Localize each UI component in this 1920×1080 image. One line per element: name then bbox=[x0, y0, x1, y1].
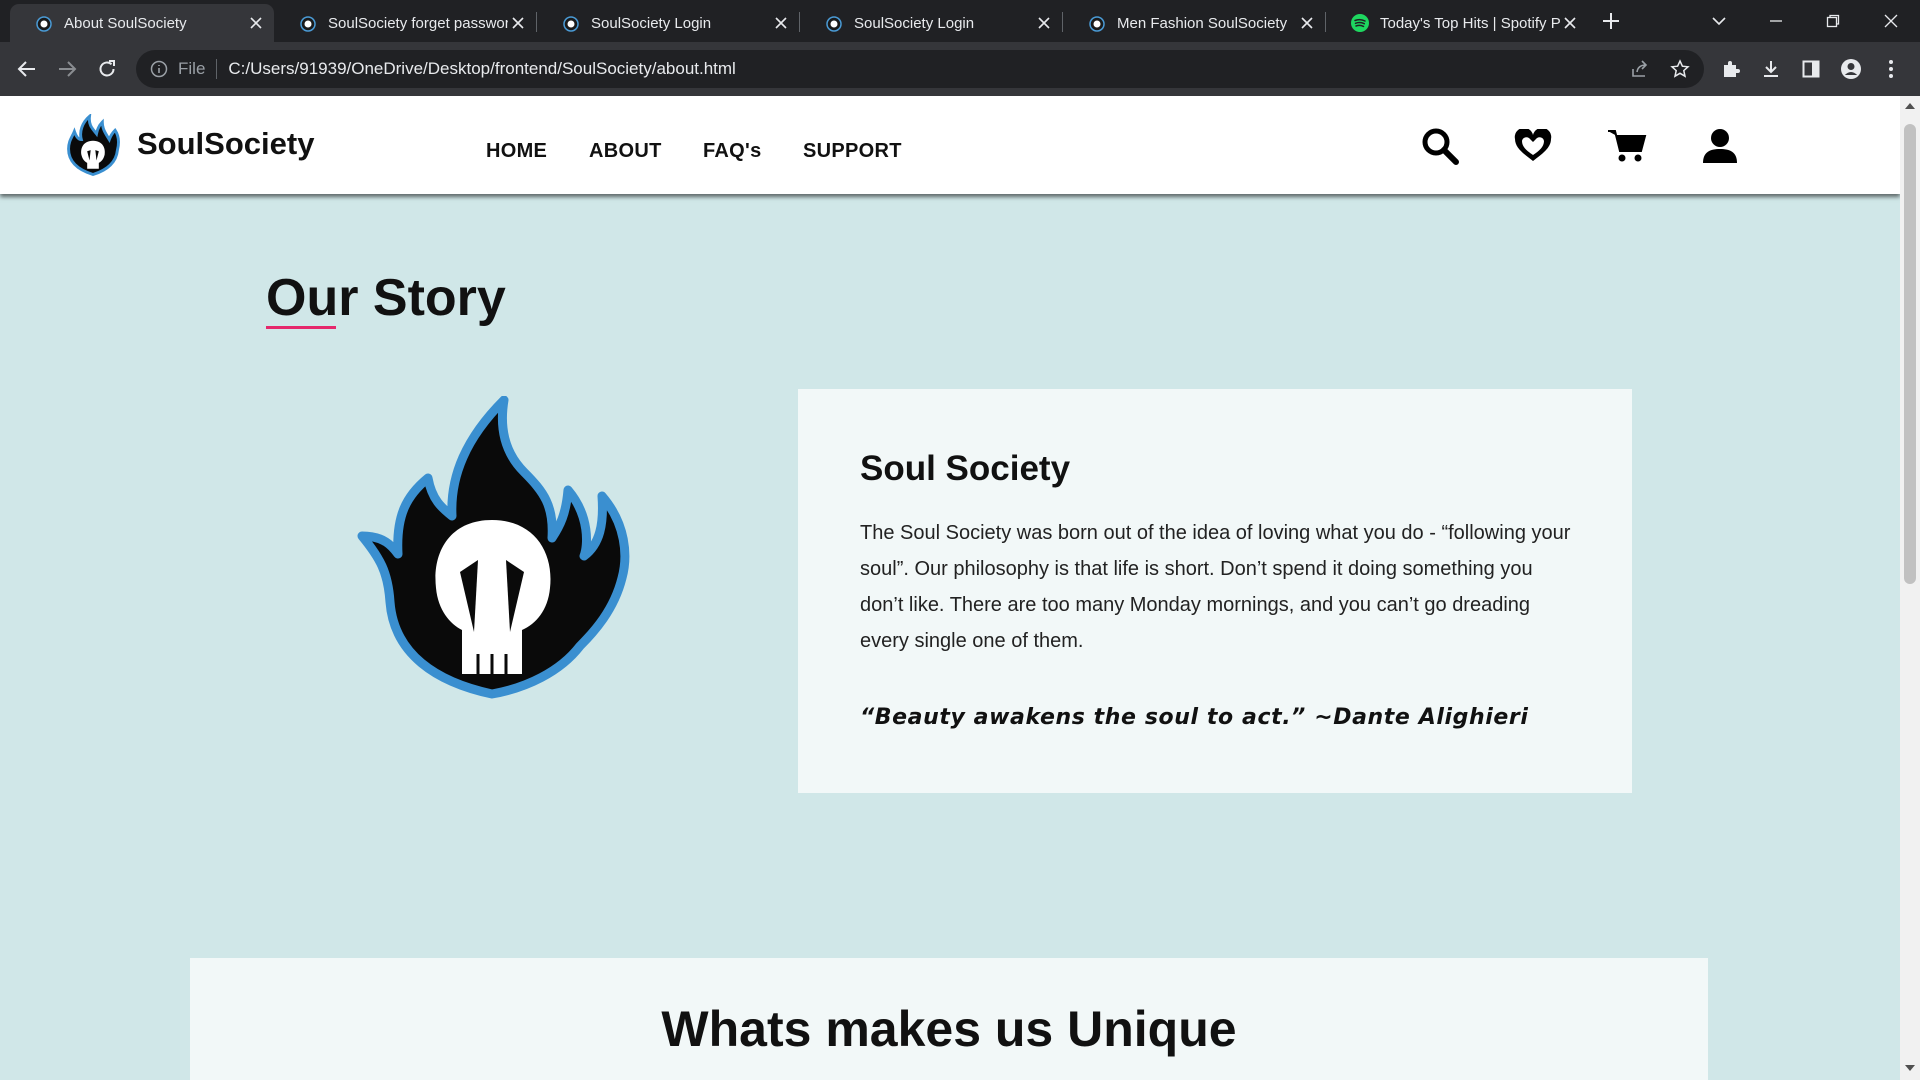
tab-title: About SoulSociety bbox=[64, 14, 187, 32]
menu-dots-icon[interactable] bbox=[1877, 55, 1905, 83]
address-bar[interactable]: File C:/Users/91939/OneDrive/Desktop/fro… bbox=[136, 50, 1704, 88]
nav-home[interactable]: HOME bbox=[486, 140, 547, 163]
scrollbar-thumb[interactable] bbox=[1904, 124, 1916, 584]
tab-spotify[interactable]: Today's Top Hits | Spotify Playlist bbox=[1326, 4, 1588, 42]
tab-title: SoulSociety Login bbox=[591, 14, 712, 32]
download-icon[interactable] bbox=[1757, 55, 1785, 83]
soulsociety-favicon bbox=[1089, 16, 1105, 32]
close-icon[interactable] bbox=[1560, 13, 1580, 33]
brand-name[interactable]: SoulSociety bbox=[137, 126, 314, 162]
unique-heading: Whats makes us Unique bbox=[661, 1001, 1237, 1057]
nav-faqs[interactable]: FAQ's bbox=[703, 140, 762, 163]
page-scrollbar[interactable] bbox=[1900, 96, 1920, 1080]
page-viewport: SoulSociety HOME ABOUT FAQ's SUPPORT Our… bbox=[0, 96, 1900, 1080]
scroll-down-icon[interactable] bbox=[1904, 1062, 1916, 1074]
back-icon[interactable] bbox=[13, 55, 41, 83]
tab-login-2[interactable]: SoulSociety Login bbox=[800, 4, 1062, 42]
browser-toolbar: File C:/Users/91939/OneDrive/Desktop/fro… bbox=[0, 42, 1920, 96]
address-scheme: File bbox=[178, 59, 206, 78]
soulsociety-logo-icon[interactable] bbox=[62, 114, 124, 178]
unique-section: Whats makes us Unique bbox=[190, 958, 1708, 1080]
scroll-up-icon[interactable] bbox=[1904, 100, 1916, 112]
close-icon[interactable] bbox=[246, 13, 266, 33]
tab-strip: About SoulSociety SoulSociety forget pas… bbox=[0, 0, 1920, 42]
soulsociety-skull-logo-icon bbox=[357, 396, 630, 699]
user-icon[interactable] bbox=[1700, 126, 1740, 166]
share-icon[interactable] bbox=[1630, 59, 1650, 79]
story-card: Soul Society The Soul Society was born o… bbox=[798, 389, 1632, 793]
story-card-title: Soul Society bbox=[860, 449, 1071, 488]
forward-icon[interactable] bbox=[53, 55, 81, 83]
extensions-icon[interactable] bbox=[1717, 55, 1745, 83]
tab-forget-password[interactable]: SoulSociety forget password bbox=[274, 4, 536, 42]
close-icon[interactable] bbox=[1034, 13, 1054, 33]
tab-title: Today's Top Hits | Spotify Playlist bbox=[1380, 14, 1560, 32]
tab-search-icon[interactable] bbox=[1706, 8, 1732, 34]
close-icon[interactable] bbox=[508, 13, 528, 33]
close-window-icon[interactable] bbox=[1878, 8, 1904, 34]
soulsociety-favicon bbox=[563, 16, 579, 32]
info-icon[interactable] bbox=[150, 60, 168, 78]
tab-about[interactable]: About SoulSociety bbox=[10, 4, 274, 42]
soulsociety-favicon bbox=[826, 16, 842, 32]
reload-icon[interactable] bbox=[93, 55, 121, 83]
profile-icon[interactable] bbox=[1837, 55, 1865, 83]
address-url[interactable]: C:/Users/91939/OneDrive/Desktop/frontend… bbox=[228, 59, 735, 79]
close-icon[interactable] bbox=[771, 13, 791, 33]
tab-men-fashion[interactable]: Men Fashion SoulSociety bbox=[1063, 4, 1325, 42]
tab-title: Men Fashion SoulSociety bbox=[1117, 14, 1288, 32]
nav-support[interactable]: SUPPORT bbox=[803, 140, 902, 163]
cart-icon[interactable] bbox=[1607, 126, 1647, 166]
new-tab-icon[interactable] bbox=[1598, 8, 1624, 34]
restore-icon[interactable] bbox=[1820, 8, 1846, 34]
our-story-heading: Our Story bbox=[266, 269, 506, 327]
tab-title: SoulSociety Login bbox=[854, 14, 975, 32]
story-card-text: The Soul Society was born out of the ide… bbox=[860, 522, 1571, 652]
close-icon[interactable] bbox=[1297, 13, 1317, 33]
bookmark-star-icon[interactable] bbox=[1670, 59, 1690, 79]
side-panel-icon[interactable] bbox=[1797, 55, 1825, 83]
soulsociety-favicon bbox=[300, 16, 316, 32]
address-divider bbox=[216, 59, 218, 79]
nav-about[interactable]: ABOUT bbox=[589, 140, 662, 163]
heading-underline bbox=[266, 326, 336, 329]
tab-title: SoulSociety forget password bbox=[328, 14, 508, 32]
search-icon[interactable] bbox=[1420, 126, 1460, 166]
heart-icon[interactable] bbox=[1513, 126, 1553, 166]
soulsociety-favicon bbox=[36, 16, 52, 32]
minimize-icon[interactable] bbox=[1763, 8, 1789, 34]
site-header: SoulSociety HOME ABOUT FAQ's SUPPORT bbox=[0, 96, 1900, 194]
story-quote: “Beauty awakens the soul to act.” ~Dante… bbox=[860, 705, 1529, 730]
tab-login-1[interactable]: SoulSociety Login bbox=[537, 4, 799, 42]
spotify-favicon bbox=[1351, 14, 1369, 32]
